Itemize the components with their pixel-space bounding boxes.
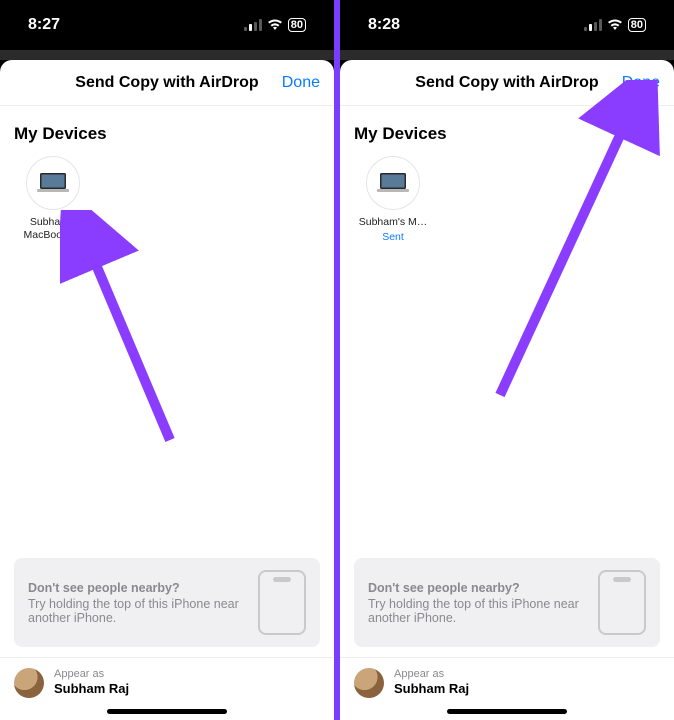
status-bar: 8:27 80 (0, 0, 334, 50)
device-avatar (366, 156, 420, 210)
sheet-backdrop (0, 50, 334, 60)
airdrop-sheet: Send Copy with AirDrop Done My Devices S… (340, 60, 674, 720)
tip-title: Don't see people nearby? (28, 581, 248, 595)
sheet-backdrop (340, 50, 674, 60)
appear-as-name: Subham Raj (54, 681, 129, 696)
wifi-icon (267, 19, 283, 31)
appear-as-name: Subham Raj (394, 681, 469, 696)
tip-body: Try holding the top of this iPhone near … (28, 597, 239, 625)
battery-icon: 80 (288, 18, 306, 32)
sheet-header: Send Copy with AirDrop Done (340, 60, 674, 106)
macbook-icon (36, 172, 70, 194)
sheet-header: Send Copy with AirDrop Done (0, 60, 334, 106)
section-my-devices: My Devices (340, 106, 674, 156)
device-name: Subham's M… (359, 216, 428, 229)
status-time: 8:27 (28, 16, 60, 34)
appear-as-label: Appear as (54, 668, 129, 680)
iphone-glyph-icon (598, 570, 646, 635)
tip-body: Try holding the top of this iPhone near … (368, 597, 579, 625)
nearby-tip-card[interactable]: Don't see people nearby? Try holding the… (354, 558, 660, 647)
home-indicator (447, 709, 567, 714)
status-time: 8:28 (368, 16, 400, 34)
phone-right: 8:28 80 Send Copy with AirDrop Done My D… (337, 0, 674, 720)
dual-screenshot: 8:27 80 Send Copy with AirDrop Done My D… (0, 0, 674, 720)
device-avatar (26, 156, 80, 210)
status-bar: 8:28 80 (340, 0, 674, 50)
iphone-glyph-icon (258, 570, 306, 635)
device-list: Subham's M… Sent (340, 156, 674, 243)
device-item[interactable]: Subham's M… Sent (354, 156, 432, 243)
section-my-devices: My Devices (0, 106, 334, 156)
device-list: Subham's MacBook Air (0, 156, 334, 242)
sheet-title: Send Copy with AirDrop (75, 74, 258, 92)
macbook-icon (376, 172, 410, 194)
phone-left: 8:27 80 Send Copy with AirDrop Done My D… (0, 0, 337, 720)
home-indicator (107, 709, 227, 714)
avatar (14, 668, 44, 698)
appear-as-label: Appear as (394, 668, 469, 680)
avatar (354, 668, 384, 698)
nearby-tip-card[interactable]: Don't see people nearby? Try holding the… (14, 558, 320, 647)
wifi-icon (607, 19, 623, 31)
done-button[interactable]: Done (282, 60, 320, 105)
done-button[interactable]: Done (622, 60, 660, 105)
airdrop-sheet: Send Copy with AirDrop Done My Devices S… (0, 60, 334, 720)
sheet-title: Send Copy with AirDrop (415, 74, 598, 92)
device-item[interactable]: Subham's MacBook Air (14, 156, 92, 242)
tip-title: Don't see people nearby? (368, 581, 588, 595)
status-icons: 80 (244, 18, 306, 32)
device-name: Subham's MacBook Air (14, 216, 92, 242)
cellular-icon (584, 19, 602, 31)
cellular-icon (244, 19, 262, 31)
battery-icon: 80 (628, 18, 646, 32)
status-icons: 80 (584, 18, 646, 32)
device-status: Sent (382, 231, 404, 243)
